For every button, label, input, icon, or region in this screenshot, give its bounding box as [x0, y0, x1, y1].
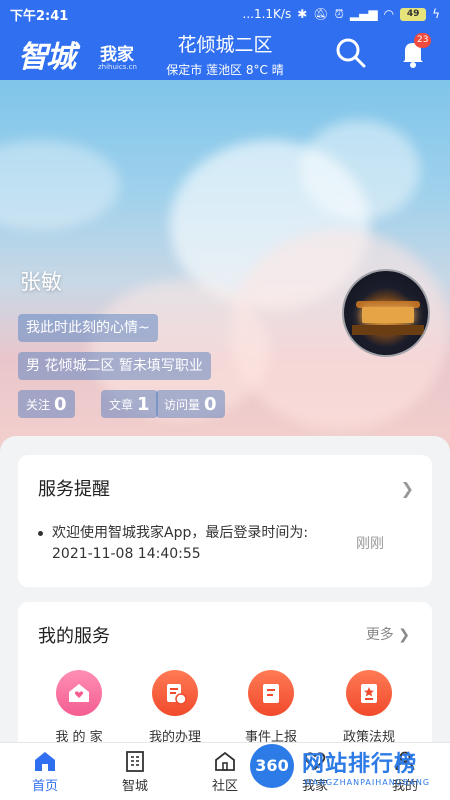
building-icon — [126, 751, 144, 772]
profile-banner: 张敏 我此时此刻的心情~ 男 花倾城二区 暂未填写职业 关注 0 文章 1 访问… — [0, 80, 450, 452]
service-my-home[interactable] — [56, 670, 102, 716]
community-selector[interactable]: 花倾城二区 保定市 莲池区 8°C 晴 — [150, 30, 300, 78]
more-label: 更多 — [365, 627, 394, 643]
mood-tag[interactable]: 我此时此刻的心情~ — [18, 314, 158, 342]
cloud-decoration — [0, 140, 120, 230]
reminder-message: 欢迎使用智城我家App，最后登录时间为: 2021-11-08 14:40:55 — [52, 525, 309, 562]
charging-icon: ϟ — [432, 7, 440, 21]
bottom-navigation: 首页 智城 社区 我家 我的 — [0, 742, 450, 800]
nav-my-home[interactable]: 我家 — [270, 743, 360, 800]
service-policies[interactable] — [346, 670, 392, 716]
wifi-icon: ◠ — [383, 7, 395, 21]
home-icon — [35, 752, 55, 771]
stat-label: 关注 — [26, 397, 51, 412]
reminder-time: 刚刚 — [356, 536, 384, 552]
user-name: 张敏 — [20, 270, 62, 294]
status-icons: ...1.1K/s ✱ 🔕︎ ⏰︎ ▂▄▆ ◠ 49 ϟ — [243, 7, 440, 22]
stat-value: 0 — [54, 393, 67, 415]
reminder-title: 服务提醒 — [38, 479, 110, 500]
more-link[interactable]: 更多 ❯ — [366, 624, 410, 644]
policy-document-icon — [361, 684, 377, 703]
bullet-icon — [38, 531, 43, 536]
chevron-right-icon[interactable]: ❯ — [401, 479, 414, 498]
service-reminder-card[interactable]: 服务提醒 ❯ 欢迎使用智城我家App，最后登录时间为: 2021-11-08 1… — [18, 455, 432, 587]
nav-smart-city[interactable]: 智城 — [90, 743, 180, 800]
clipboard-edit-icon — [263, 684, 279, 703]
nav-community[interactable]: 社区 — [180, 743, 270, 800]
cloud-decoration — [300, 120, 420, 220]
stat-visits[interactable]: 访问量 0 — [156, 390, 225, 418]
weather-info: 保定市 莲池区 8°C 晴 — [166, 63, 284, 77]
my-services-card: 我的服务 更多 ❯ 我 的 家 我的办理 事件上报 政策法规 — [18, 602, 432, 762]
logo-url: zhihuics.cn — [98, 63, 137, 71]
app-logo: 智城 我家 zhihuics.cn — [18, 32, 148, 76]
avatar-image-part — [352, 325, 424, 335]
stat-label: 文章 — [109, 397, 134, 412]
signal-icon: ▂▄▆ — [349, 7, 378, 21]
stat-articles[interactable]: 文章 1 — [101, 390, 158, 418]
network-speed: ...1.1K/s — [242, 7, 292, 21]
heart-icon — [304, 752, 326, 771]
battery-icon: 49 — [400, 7, 427, 21]
logo-main: 智城 — [18, 40, 76, 75]
nav-label: 智城 — [121, 779, 148, 794]
services-title: 我的服务 — [38, 626, 110, 647]
search-icon — [336, 38, 366, 68]
community-name: 花倾城二区 — [177, 34, 273, 56]
stat-value: 0 — [204, 393, 217, 415]
community-icon — [215, 751, 235, 771]
service-event-report[interactable] — [248, 670, 294, 716]
home-heart-icon — [69, 684, 89, 702]
stat-follow[interactable]: 关注 0 — [18, 390, 75, 418]
app-header: 智城 我家 zhihuics.cn 花倾城二区 保定市 莲池区 8°C 晴 23 — [0, 28, 450, 80]
nav-label: 我的 — [391, 779, 418, 794]
avatar-image-part — [362, 307, 414, 323]
avatar[interactable] — [342, 269, 430, 357]
alarm-icon: ⏰︎ — [334, 6, 344, 21]
status-time: 下午2:41 — [10, 8, 69, 24]
user-info-tag[interactable]: 男 花倾城二区 暂未填写职业 — [18, 352, 211, 380]
document-user-icon — [167, 684, 187, 705]
stat-value: 1 — [137, 393, 150, 415]
notification-button[interactable]: 23 — [396, 33, 432, 70]
stat-label: 访问量 — [164, 397, 201, 412]
reminder-item: 欢迎使用智城我家App，最后登录时间为: 2021-11-08 14:40:55 — [38, 523, 338, 565]
nav-home[interactable]: 首页 — [0, 743, 90, 800]
nav-label: 我家 — [301, 779, 328, 794]
service-my-handling[interactable] — [152, 670, 198, 716]
user-icon — [395, 751, 415, 771]
nav-label: 首页 — [31, 779, 58, 794]
logo-sub: 我家 — [100, 45, 134, 65]
bluetooth-icon: ✱ — [297, 7, 308, 21]
nav-label: 社区 — [211, 779, 238, 794]
notification-badge: 23 — [414, 33, 432, 48]
status-bar: 下午2:41 ...1.1K/s ✱ 🔕︎ ⏰︎ ▂▄▆ ◠ 49 ϟ — [0, 0, 450, 28]
search-button[interactable] — [334, 36, 368, 70]
nav-mine[interactable]: 我的 — [360, 743, 450, 800]
mute-icon: 🔕︎ — [313, 7, 329, 21]
